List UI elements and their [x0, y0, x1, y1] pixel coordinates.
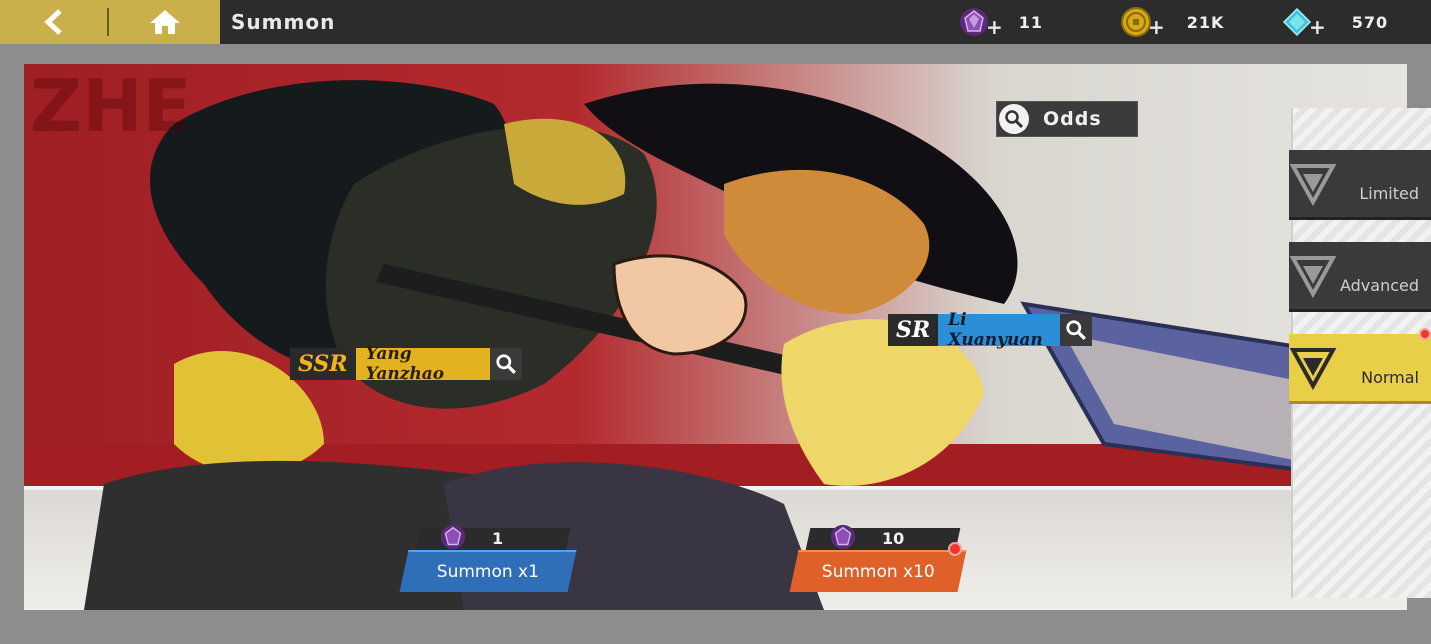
tab-limited[interactable]: Limited	[1289, 150, 1431, 220]
summon-cost: 10	[882, 529, 905, 548]
summon-button-face[interactable]: Summon x1	[399, 550, 577, 592]
inspect-hero-icon[interactable]	[489, 348, 522, 380]
tab-label: Limited	[1359, 184, 1419, 203]
gold-amount: 21K	[1186, 12, 1225, 32]
currency-diamond[interactable]: + 570	[1281, 4, 1388, 40]
odds-label: Odds	[1043, 108, 1102, 130]
tab-advanced[interactable]: Advanced	[1289, 242, 1431, 312]
summon-x10-button[interactable]: 10 Summon x10	[789, 524, 967, 592]
currency-summon-ticket[interactable]: + 11	[958, 4, 1043, 40]
hero-tag-li-xuanyuan[interactable]: SR Li Xuanyuan	[888, 310, 1093, 350]
top-bar: Summon + 11 + 21K + 570	[0, 0, 1431, 44]
nav-divider	[107, 8, 109, 36]
hero-name: Yang Yanzhao	[355, 344, 490, 384]
hero-name: Li Xuanyuan	[938, 310, 1061, 350]
home-button[interactable]	[110, 0, 220, 44]
summon-button-face[interactable]: Summon x10	[789, 550, 967, 592]
summon-cost: 1	[492, 529, 504, 548]
back-arrow-icon	[44, 9, 62, 35]
tab-label: Advanced	[1339, 276, 1419, 295]
rarity-badge: SSR	[290, 348, 356, 380]
notification-dot	[948, 542, 962, 556]
cyan-diamond-icon	[1282, 7, 1312, 37]
page-title: Summon	[231, 10, 336, 34]
rarity-badge: SR	[888, 314, 939, 346]
diamond-amount: 570	[1351, 12, 1389, 32]
purple-gem-icon	[440, 524, 466, 550]
gold-coin-icon	[1121, 7, 1151, 37]
ticket-amount: 11	[1018, 12, 1044, 32]
summon-banner: ZHE	[24, 64, 1407, 610]
home-icon	[150, 10, 180, 34]
banner-logo-icon	[1289, 347, 1337, 390]
banner-watermark: ZHE	[30, 64, 192, 148]
magnifier-icon	[999, 104, 1029, 134]
back-button[interactable]	[0, 0, 108, 44]
currency-gold[interactable]: + 21K	[1120, 4, 1224, 40]
tab-normal[interactable]: Normal	[1289, 328, 1431, 404]
inspect-hero-icon[interactable]	[1060, 314, 1093, 346]
summon-label: Summon x1	[436, 562, 539, 582]
notification-dot	[1419, 328, 1431, 340]
tab-label: Normal	[1361, 368, 1419, 387]
summon-label: Summon x10	[821, 562, 935, 582]
purple-gem-icon	[830, 524, 856, 550]
odds-button[interactable]: Odds	[996, 101, 1138, 137]
banner-logo-icon	[1289, 163, 1337, 206]
summon-x1-button[interactable]: 1 Summon x1	[399, 524, 577, 592]
banner-logo-icon	[1289, 255, 1337, 298]
purple-gem-icon	[960, 8, 988, 36]
hero-tag-yang-yanzhao[interactable]: SSR Yang Yanzhao	[290, 344, 522, 384]
hero-artwork	[84, 80, 1407, 610]
